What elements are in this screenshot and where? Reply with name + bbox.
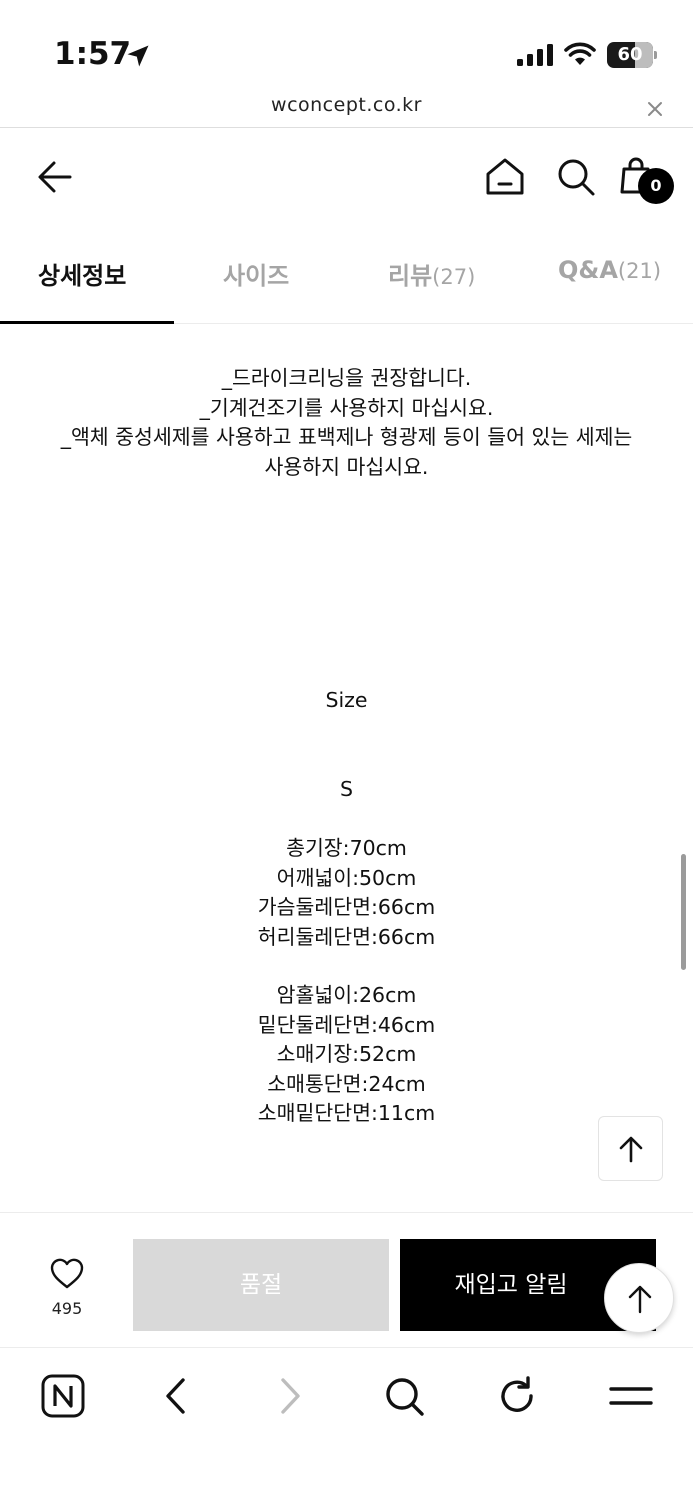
reload-icon[interactable] (492, 1371, 542, 1421)
browser-search-icon[interactable] (379, 1371, 429, 1421)
back-arrow-icon[interactable] (32, 154, 78, 200)
battery-cap (654, 51, 657, 59)
measurements-group-1: 총기장:70cm 어깨넓이:50cm 가슴둘레단면:66cm 허리둘레단면:66… (0, 834, 693, 952)
url-bar[interactable]: wconcept.co.kr (0, 90, 693, 128)
measurement-line: 소매통단면:24cm (267, 1071, 426, 1096)
tab-label: 사이즈 (223, 262, 290, 290)
measurement-line: 암홀넓이:26cm (276, 983, 417, 1007)
care-line: _액체 중성세제를 사용하고 표백제나 형광제 등이 들어 있는 세제는 (60, 425, 633, 449)
arrow-up-icon (628, 1285, 652, 1314)
tab-label: 리뷰 (388, 262, 433, 290)
tab-reviews[interactable]: 리뷰(27) (388, 256, 475, 296)
browser-back-icon[interactable] (151, 1371, 201, 1421)
naver-home-icon[interactable] (38, 1371, 88, 1421)
browser-forward-icon[interactable] (265, 1371, 315, 1421)
battery-percent: 60 (617, 44, 643, 65)
url-text[interactable]: wconcept.co.kr (0, 94, 693, 116)
purchase-action-bar: 495 품절 재입고 알림 (0, 1212, 693, 1348)
cellular-signal-icon (517, 44, 553, 66)
detail-tabs: 상세정보 사이즈 리뷰(27) Q&A(21) (0, 232, 693, 324)
menu-icon[interactable] (606, 1371, 656, 1421)
measurement-line: 어깨넓이:50cm (276, 865, 417, 890)
tab-detail-info[interactable]: 상세정보 (38, 256, 126, 296)
measurement-line: 총기장:70cm (286, 836, 407, 860)
browser-toolbar (0, 1349, 693, 1500)
tab-label: 상세정보 (38, 262, 127, 290)
tab-count: (21) (617, 259, 662, 283)
wishlist-button[interactable]: 495 (34, 1255, 100, 1325)
measurements-group-2: 암홀넓이:26cm 밑단둘레단면:46cm 소매기장:52cm 소매통단면:24… (0, 981, 693, 1129)
page-scrollbar[interactable] (681, 854, 686, 970)
battery-body: 60 (607, 42, 653, 68)
tab-label: Q&A (558, 256, 618, 284)
close-icon[interactable] (642, 96, 668, 122)
wifi-icon (564, 42, 596, 65)
product-detail-content: _드라이크리닝을 권장합니다. _기계건조기를 사용하지 마십시요. _액체 중… (0, 324, 693, 1212)
size-name: S (339, 777, 353, 801)
status-bar: 1:57 60 (0, 0, 693, 90)
scroll-to-top-button[interactable] (598, 1116, 663, 1181)
app-header (0, 130, 693, 230)
measurement-line: 소매기장:52cm (276, 1042, 417, 1066)
home-icon[interactable] (482, 154, 528, 200)
search-icon[interactable] (553, 154, 599, 200)
floating-scroll-top-button[interactable] (604, 1263, 674, 1333)
cart-count-badge[interactable]: 0 (638, 168, 674, 204)
tab-count: (27) (432, 265, 476, 289)
care-instructions: _드라이크리닝을 권장합니다. _기계건조기를 사용하지 마십시요. _액체 중… (0, 364, 693, 482)
measurement-line: 소매밑단단면:11cm (257, 1101, 436, 1125)
tab-qna[interactable]: Q&A(21) (558, 256, 661, 296)
tab-size[interactable]: 사이즈 (223, 256, 289, 296)
battery-indicator: 60 (607, 42, 657, 68)
size-section-title: Size (325, 688, 368, 712)
measurement-line: 밑단둘레단면:46cm (257, 1012, 436, 1037)
care-line: _드라이크리닝을 권장합니다. (221, 366, 472, 390)
arrow-up-icon (619, 1136, 643, 1163)
measurement-line: 허리둘레단면:66cm (257, 924, 436, 949)
sold-out-button[interactable]: 품절 (133, 1239, 389, 1331)
care-line: 사용하지 마십시요. (264, 454, 429, 479)
wishlist-count: 495 (51, 1299, 83, 1318)
status-time: 1:57 (54, 36, 132, 72)
location-arrow-icon (127, 45, 149, 67)
measurement-line: 가슴둘레단면:66cm (257, 895, 436, 919)
care-line: _기계건조기를 사용하지 마십시요. (199, 395, 494, 420)
heart-icon (50, 1258, 84, 1289)
